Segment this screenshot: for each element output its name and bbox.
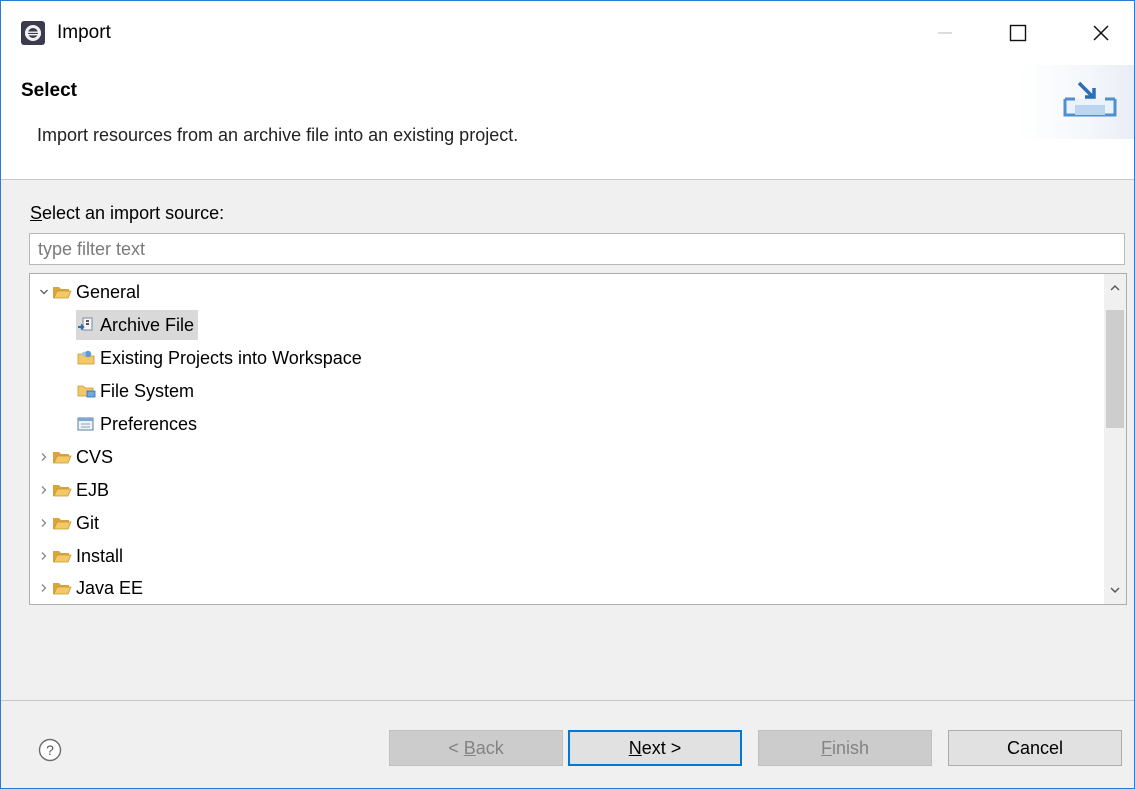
window-title: Import: [57, 22, 111, 43]
tree-item-label: Preferences: [100, 414, 198, 434]
tree-item-preferences[interactable]: Preferences: [76, 409, 201, 439]
tree-item-label: File System: [100, 381, 195, 401]
import-source-label-mnemonic: S: [30, 203, 43, 223]
tree-item-label: Install: [76, 546, 124, 566]
close-button[interactable]: [1071, 13, 1131, 53]
back-button-label: ack: [475, 737, 504, 758]
chevron-right-icon[interactable]: [36, 573, 52, 603]
chevron-up-icon: [1110, 285, 1120, 291]
tree-item-cvs[interactable]: CVS: [36, 442, 117, 472]
tree-item-label: Java EE: [76, 578, 144, 598]
tree-item-ejb[interactable]: EJB: [36, 475, 113, 505]
import-source-label: Select an import source:: [30, 201, 224, 225]
folder-icon: [53, 551, 72, 563]
tree-scrollbar[interactable]: [1104, 274, 1126, 604]
tree-item-git[interactable]: Git: [36, 508, 103, 538]
eclipse-app-icon: [21, 21, 45, 45]
tree-item-general[interactable]: General: [36, 277, 144, 307]
tree-item-label: Git: [76, 513, 100, 533]
minimize-button[interactable]: [915, 13, 975, 53]
page-title: Select: [21, 80, 77, 101]
finish-button-mnemonic: F: [820, 737, 832, 758]
finish-button[interactable]: Finish: [758, 730, 932, 766]
import-source-label-text: elect an import source:: [42, 203, 225, 223]
chevron-down-icon[interactable]: [36, 277, 52, 307]
cancel-button[interactable]: Cancel: [948, 730, 1122, 766]
maximize-button[interactable]: [988, 13, 1048, 53]
page-description: Import resources from an archive file in…: [37, 125, 519, 145]
filter-input[interactable]: [29, 233, 1125, 265]
scroll-thumb[interactable]: [1106, 310, 1124, 428]
next-button-mnemonic: N: [628, 737, 642, 758]
tree-item-label: EJB: [76, 480, 110, 500]
back-button[interactable]: < Back: [389, 730, 563, 766]
help-icon[interactable]: ?: [38, 738, 62, 762]
tree-item-install[interactable]: Install: [36, 541, 127, 571]
next-button-label: ext >: [641, 737, 682, 758]
wizard-banner: [1019, 65, 1134, 139]
folder-icon: [53, 583, 72, 595]
chevron-right-icon[interactable]: [36, 442, 52, 472]
folder-open-icon: [53, 287, 72, 299]
chevron-right-icon[interactable]: [36, 541, 52, 571]
tree-item-label: General: [76, 282, 141, 302]
tree-item-archive-file[interactable]: Archive File: [76, 310, 199, 340]
folder-icon: [53, 452, 72, 464]
import-source-tree: General Archive File Existing Projects i…: [29, 273, 1127, 605]
tree-item-existing-projects[interactable]: Existing Projects into Workspace: [76, 343, 366, 373]
chevron-right-icon[interactable]: [36, 508, 52, 538]
back-button-prefix: <: [448, 737, 464, 758]
file-system-icon: [77, 385, 96, 398]
tree-item-label: Archive File: [100, 315, 195, 335]
folder-icon: [53, 518, 72, 530]
scroll-up-button[interactable]: [1104, 276, 1126, 300]
tree-item-label: CVS: [76, 447, 114, 467]
scroll-down-button[interactable]: [1104, 578, 1126, 602]
next-button[interactable]: Next >: [568, 730, 742, 766]
maximize-icon: [1009, 24, 1027, 42]
close-icon: [1093, 25, 1109, 41]
tree-item-java-ee[interactable]: Java EE: [36, 573, 147, 603]
archive-file-icon: [78, 317, 93, 331]
import-dialog: Import Select Import resources from an a…: [0, 0, 1135, 789]
tree-item-file-system[interactable]: File System: [76, 376, 198, 406]
existing-projects-icon: [77, 350, 95, 365]
footer-divider: [1, 700, 1134, 701]
title-bar: Import: [1, 1, 1134, 65]
import-wizard-icon: [1063, 81, 1117, 117]
preferences-icon: [77, 417, 94, 431]
tree-item-label: Existing Projects into Workspace: [100, 348, 362, 368]
wizard-header: Select Import resources from an archive …: [1, 65, 1134, 180]
finish-button-label: inish: [831, 737, 870, 758]
back-button-mnemonic: B: [463, 737, 476, 758]
cancel-button-label: Cancel: [1006, 737, 1064, 758]
chevron-right-icon[interactable]: [36, 475, 52, 505]
folder-icon: [53, 485, 72, 497]
minimize-icon: [938, 32, 952, 34]
svg-text:?: ?: [46, 742, 54, 758]
chevron-down-icon: [1110, 587, 1120, 593]
